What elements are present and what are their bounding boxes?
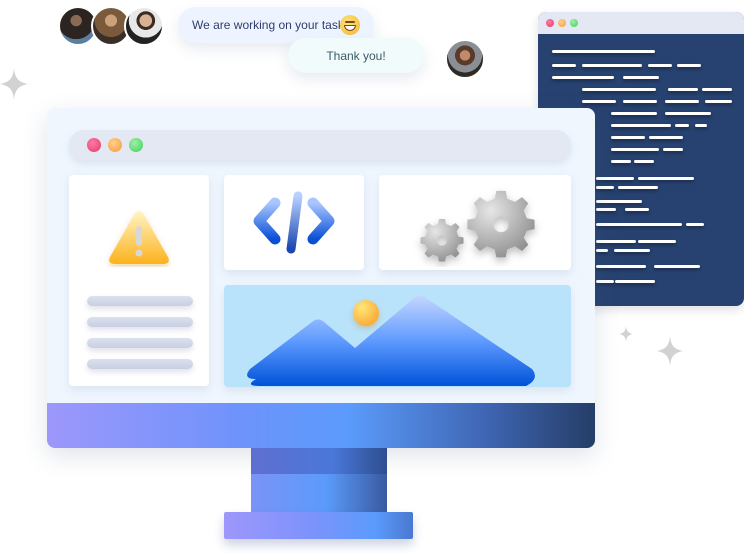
code-line [638,177,694,180]
code-line [702,88,732,91]
code-card [224,175,364,270]
chat-message-text: We are working on your tasks [192,18,350,32]
code-icon [253,191,335,254]
text-line [87,317,193,327]
warning-icon [109,211,169,264]
text-line [87,296,193,306]
text-line [87,359,193,369]
code-line [614,249,650,252]
code-line [611,136,645,139]
code-line [611,148,659,151]
code-line [552,76,614,79]
sparkle-icon [0,68,28,100]
code-line [663,148,683,151]
warning-card [69,175,209,386]
code-line [618,186,658,189]
monitor-chin [47,403,595,448]
code-line [665,112,711,115]
code-line [611,112,657,115]
code-line [668,88,698,91]
minimize-dot-icon [108,138,122,152]
code-line [552,64,576,67]
code-window-titlebar [538,12,744,34]
code-line [582,88,656,91]
code-line [596,240,636,243]
monitor-stand-neck [251,448,387,513]
grinning-face-icon [340,15,360,35]
sparkle-icon [656,336,684,366]
sun-icon [353,300,379,326]
close-dot-icon [546,19,554,27]
code-line [634,160,654,163]
code-line [677,64,701,67]
gears-card [379,175,571,270]
code-line [623,100,657,103]
code-line [611,124,671,127]
avatar [124,6,164,46]
code-line [596,186,614,189]
image-card [224,285,571,387]
text-line [87,338,193,348]
code-line [582,100,616,103]
code-line [596,200,642,203]
monitor-screen [47,108,595,448]
code-line [654,265,700,268]
sparkle-icon [619,326,633,342]
code-line [705,100,732,103]
close-dot-icon [87,138,101,152]
code-line [596,280,614,283]
code-line [638,240,676,243]
maximize-dot-icon [570,19,578,27]
code-line [625,208,649,211]
code-line [596,223,682,226]
code-line [596,208,616,211]
monitor-stand-base [224,512,413,539]
code-line [665,100,699,103]
image-icon [247,295,535,386]
stand-shadow [251,448,387,474]
gears-icon [420,190,535,262]
chat-reply-text: Thank you! [326,48,386,63]
code-line [552,50,655,53]
code-line [596,249,608,252]
mountain-icon [247,295,535,386]
minimize-dot-icon [558,19,566,27]
code-line [596,265,646,268]
code-line [686,223,704,226]
code-line [582,64,642,67]
avatar [445,39,485,79]
code-line [649,136,683,139]
code-line [596,177,634,180]
code-line [675,124,689,127]
code-line [615,280,655,283]
browser-bar [69,130,571,160]
code-line [611,160,631,163]
maximize-dot-icon [129,138,143,152]
chat-bubble-reply: Thank you! [288,38,424,73]
code-line [695,124,707,127]
code-line [623,76,659,79]
code-line [648,64,672,67]
